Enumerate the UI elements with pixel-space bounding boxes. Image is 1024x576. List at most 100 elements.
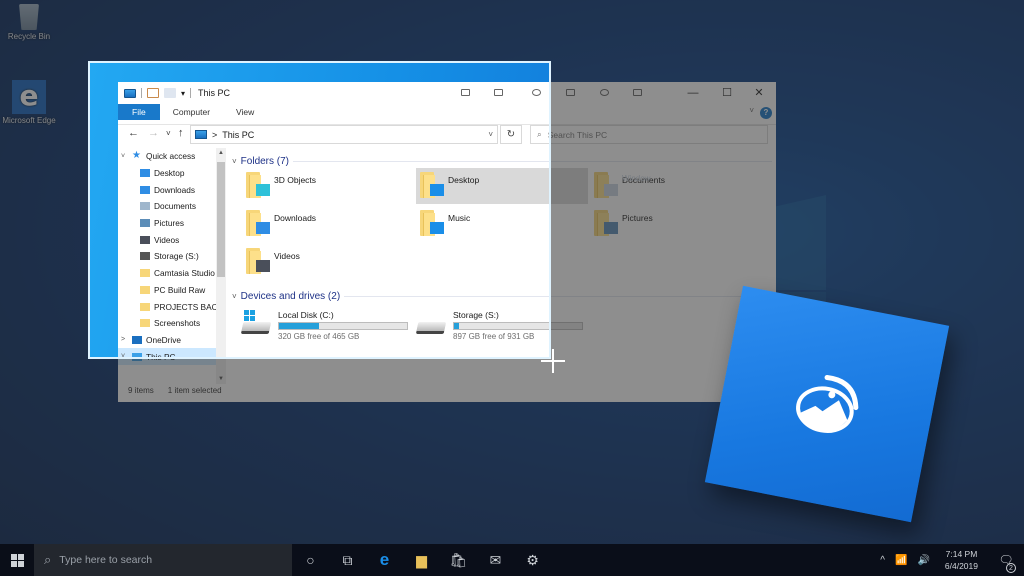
taskbar-edge-button[interactable]: e bbox=[366, 544, 403, 576]
scroll-thumb[interactable] bbox=[217, 162, 225, 277]
up-button[interactable]: ↑ bbox=[178, 127, 184, 139]
clock[interactable]: 7:14 PM 6/4/2019 bbox=[935, 548, 988, 572]
address-dropdown-icon[interactable]: ˅ bbox=[488, 130, 493, 139]
refresh-button[interactable]: ↻ bbox=[500, 125, 522, 144]
nav-item-camtasia-studio[interactable]: Camtasia Studio bbox=[118, 265, 226, 282]
nav-item-label: PROJECTS BACK bbox=[154, 301, 224, 312]
show-hidden-icons-button[interactable]: ^ bbox=[875, 555, 890, 566]
file-explorer-window: ▾ This PC — ☐ ✕ File Computer View ˅ ? ←… bbox=[118, 82, 776, 402]
nav-item-desktop[interactable]: Desktop⟋ bbox=[118, 165, 226, 182]
action-center-button[interactable]: 🗨 2 bbox=[988, 553, 1024, 573]
drive-usage-bar bbox=[278, 322, 408, 330]
folder-tile-3d-objects[interactable]: 3D Objects bbox=[242, 168, 414, 204]
tab-file[interactable]: File bbox=[118, 104, 160, 120]
minimize-button[interactable]: — bbox=[678, 84, 708, 102]
group-title: Devices and drives (2) bbox=[240, 291, 341, 302]
expand-ribbon-icon[interactable]: ˅ bbox=[749, 106, 754, 115]
folder-tile-desktop[interactable]: Desktop bbox=[416, 168, 588, 204]
scroll-up-icon[interactable]: ▲ bbox=[216, 150, 226, 156]
folder-tile-pictures[interactable]: Pictures bbox=[590, 206, 762, 242]
status-bar: 9 items 1 item selected bbox=[118, 386, 222, 400]
nav-item-screenshots[interactable]: Screenshots bbox=[118, 315, 226, 332]
file-explorer-icon: ▆ bbox=[416, 551, 427, 568]
folder-icon bbox=[420, 208, 444, 238]
folder-label: Videos bbox=[274, 251, 300, 261]
content-pane: ˅ Folders (7) 3D Objects Desktop Documents… bbox=[230, 148, 776, 384]
expand-icon[interactable]: > bbox=[118, 336, 128, 343]
nav-pane-scrollbar[interactable]: ▲ ▼ bbox=[216, 148, 226, 384]
address-bar[interactable]: > This PC ˅ bbox=[190, 125, 498, 144]
ribbon-capture-icon bbox=[461, 89, 470, 96]
windows-logo-icon bbox=[10, 553, 24, 567]
item-count: 9 items bbox=[128, 386, 154, 395]
drives-group-header[interactable]: ˅ Devices and drives (2) bbox=[232, 291, 772, 302]
taskbar-file-explorer-button[interactable]: ▆ bbox=[403, 544, 440, 576]
nav-item-projects-back[interactable]: PROJECTS BACK bbox=[118, 298, 226, 315]
folder-label: Pictures bbox=[622, 213, 653, 223]
drive-tile-c[interactable]: Local Disk (C:) 320 GB free of 465 GB bbox=[240, 310, 422, 346]
desktop-icon-label: Recycle Bin bbox=[7, 32, 51, 41]
nav-item-videos[interactable]: Videos⟋ bbox=[118, 231, 226, 248]
search-input[interactable]: ⌕ Search This PC bbox=[530, 125, 768, 144]
edge-icon: e bbox=[379, 550, 390, 569]
desktop-icon-label: Microsoft Edge bbox=[2, 116, 56, 125]
desktop-icon-microsoft-edge[interactable]: e Microsoft Edge bbox=[0, 80, 58, 126]
folder-icon bbox=[420, 170, 444, 200]
breadcrumb-this-pc[interactable]: This PC bbox=[222, 130, 254, 140]
folder-icon bbox=[132, 335, 142, 344]
hard-drive-icon bbox=[415, 322, 447, 334]
properties-icon[interactable] bbox=[147, 88, 159, 98]
taskbar-mail-button[interactable]: ✉ bbox=[477, 544, 514, 576]
desktop-icon-recycle-bin[interactable]: Recycle Bin bbox=[0, 4, 58, 42]
settings-icon: ⚙ bbox=[526, 551, 539, 568]
close-button[interactable]: ✕ bbox=[744, 84, 774, 102]
recycle-bin-icon bbox=[19, 4, 39, 30]
nav-item-quick-access[interactable]: ˅ ★ Quick access bbox=[118, 148, 226, 165]
nav-item-this-pc[interactable]: ˅ This PC bbox=[118, 348, 226, 365]
back-button[interactable]: ← bbox=[128, 127, 139, 139]
start-button[interactable] bbox=[0, 544, 34, 576]
folder-tile-videos[interactable]: Videos bbox=[242, 244, 414, 280]
nav-item-pc-build-raw[interactable]: PC Build Raw bbox=[118, 282, 226, 299]
ribbon-capture-icon bbox=[600, 89, 609, 96]
nav-item-label: Videos bbox=[154, 234, 180, 245]
expand-icon[interactable]: ˅ bbox=[118, 153, 128, 160]
new-folder-icon[interactable] bbox=[164, 88, 176, 98]
tab-view[interactable]: View bbox=[223, 104, 267, 120]
folder-tile-documents[interactable]: Documents bbox=[590, 168, 762, 204]
taskbar-search-box[interactable]: ⌕ Type here to search bbox=[34, 544, 292, 576]
folder-label: Desktop bbox=[448, 175, 480, 185]
folder-tile-downloads[interactable]: Downloads bbox=[242, 206, 414, 242]
breadcrumb-separator: > bbox=[212, 129, 218, 140]
selection-count: 1 item selected bbox=[167, 386, 222, 395]
taskbar-task-view-button[interactable]: ⧉ bbox=[329, 544, 366, 576]
divider bbox=[344, 296, 772, 297]
recent-locations-button[interactable]: ˅ bbox=[166, 129, 171, 138]
nav-item-storage-s[interactable]: Storage (S:)⟋ bbox=[118, 248, 226, 265]
scroll-down-icon[interactable]: ▼ bbox=[216, 376, 226, 382]
task-view-icon: ⧉ bbox=[342, 551, 353, 568]
taskbar-settings-button[interactable]: ⚙ bbox=[514, 544, 551, 576]
nav-item-documents[interactable]: Documents⟋ bbox=[118, 198, 226, 215]
nav-item-downloads[interactable]: Downloads⟋ bbox=[118, 181, 226, 198]
customize-qat-icon[interactable]: ▾ bbox=[181, 89, 185, 98]
nav-item-pictures[interactable]: Pictures⟋ bbox=[118, 215, 226, 232]
clock-date: 6/4/2019 bbox=[944, 561, 978, 571]
drive-tile-s[interactable]: Storage (S:) 897 GB free of 931 GB bbox=[415, 310, 597, 346]
expand-icon[interactable]: ˅ bbox=[118, 353, 128, 360]
maximize-button[interactable]: ☐ bbox=[712, 84, 742, 102]
help-button[interactable]: ? bbox=[760, 107, 772, 119]
group-title: Folders (7) bbox=[240, 156, 290, 167]
nav-item-onedrive[interactable]: > OneDrive bbox=[118, 332, 226, 349]
tab-computer[interactable]: Computer bbox=[160, 104, 223, 120]
nav-item-label: Pictures bbox=[154, 218, 184, 229]
snip-sketch-icon bbox=[796, 375, 859, 433]
folders-group-header[interactable]: ˅ Folders (7) bbox=[232, 156, 772, 167]
taskbar-cortana-button[interactable]: ○ bbox=[292, 544, 329, 576]
volume-icon[interactable]: 🔊 bbox=[912, 555, 934, 566]
network-icon[interactable]: 📶 bbox=[890, 555, 912, 566]
taskbar-store-button[interactable]: 🛍 bbox=[440, 544, 477, 576]
folder-tile-music[interactable]: Music bbox=[416, 206, 588, 242]
folder-icon bbox=[594, 170, 618, 200]
forward-button[interactable]: → bbox=[148, 127, 159, 139]
